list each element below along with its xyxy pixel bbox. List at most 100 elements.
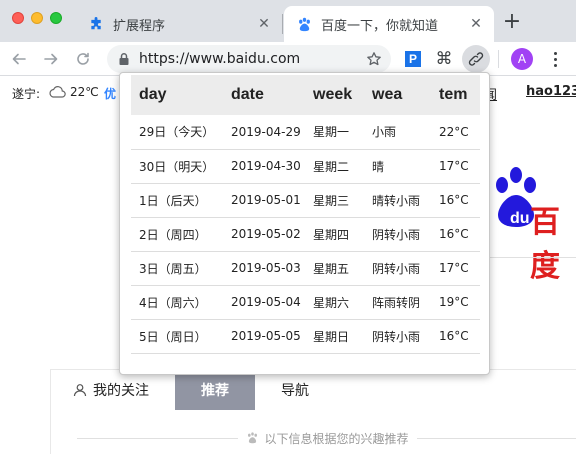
column-header-tem: tem: [439, 86, 468, 103]
tab-my-follow[interactable]: 我的关注: [51, 370, 175, 410]
p-extension-icon: P: [405, 51, 421, 67]
cell-tem: 19°C: [431, 285, 480, 320]
browser-menu-button[interactable]: [545, 48, 565, 70]
baidu-paw-icon: [296, 16, 312, 32]
extension-link-button[interactable]: [462, 45, 490, 73]
url-text: https://www.baidu.com: [139, 51, 301, 67]
cell-date: 2019-05-04: [223, 285, 305, 320]
cell-week: 星期二: [305, 149, 364, 184]
cell-date: 2019-05-03: [223, 251, 305, 286]
hao123-link[interactable]: hao123: [526, 84, 576, 99]
cell-day: 29日（今天）: [131, 115, 223, 150]
cell-week: 星期六: [305, 285, 364, 320]
cell-date: 2019-05-01: [223, 183, 305, 218]
bookmark-star-icon[interactable]: [365, 50, 383, 68]
table-row: 30日（明天） 2019-04-30 星期二晴 17°C: [131, 149, 480, 184]
extension-command-button[interactable]: ⌘: [432, 47, 456, 71]
cell-wea: 小雨: [364, 115, 431, 150]
browser-window: 扩展程序 ✕ 百度一下，你就知道 ✕ + https://www.baidu.c…: [0, 0, 576, 454]
paw-icon: [247, 432, 257, 444]
feed-tip: 以下信息根据您的兴趣推荐: [77, 430, 576, 446]
tab-label: 我的关注: [93, 383, 149, 399]
toolbar-divider: [498, 50, 499, 68]
lock-icon: [119, 53, 129, 65]
cell-day: 5日（周日）: [131, 319, 223, 354]
feed-panel: 我的关注 推荐 导航 以下信息根据您的兴趣推荐: [50, 369, 576, 454]
cell-day: 1日（后天）: [131, 183, 223, 218]
column-header-day: day: [139, 86, 167, 103]
cell-date: 2019-05-02: [223, 217, 305, 252]
search-area-divider: [478, 257, 576, 258]
minimize-window-button[interactable]: [31, 12, 43, 24]
close-window-button[interactable]: [12, 12, 24, 24]
cell-tem: 17°C: [431, 251, 480, 286]
browser-toolbar: https://www.baidu.com P ⌘ A: [0, 42, 576, 76]
weather-forecast-table: day date week wea tem 29日（今天） 2019-04-29 星…: [131, 75, 480, 354]
cell-day: 4日（周六）: [131, 285, 223, 320]
tab-baidu[interactable]: 百度一下，你就知道 ✕: [284, 6, 494, 42]
new-tab-button[interactable]: +: [500, 9, 524, 34]
cell-wea: 阵雨转阴: [364, 285, 431, 320]
weather-temperature: 22℃: [70, 85, 99, 99]
feed-tabs: 我的关注 推荐 导航: [51, 370, 335, 410]
reload-icon: [77, 52, 89, 65]
maximize-window-button[interactable]: [50, 12, 62, 24]
tab-recommend[interactable]: 推荐: [175, 370, 255, 410]
arrow-right-icon: [44, 53, 58, 65]
tab-extensions[interactable]: 扩展程序 ✕: [76, 6, 282, 42]
table-row: 4日（周六） 2019-05-04 星期六 阵雨转阴 19°C: [131, 285, 480, 320]
tab-label: 导航: [281, 383, 309, 399]
tab-navigation[interactable]: 导航: [255, 370, 335, 410]
menu-dot-icon: [553, 57, 557, 61]
cell-wea: 阴转小雨: [364, 217, 431, 252]
column-header-week: week: [313, 86, 353, 103]
baidu-logo-text: 百度: [530, 206, 560, 283]
arrow-left-icon: [12, 53, 26, 65]
back-button[interactable]: [6, 46, 32, 72]
cell-wea: 阴转小雨: [364, 251, 431, 286]
cell-wea: 晴转小雨: [364, 183, 431, 218]
weather-city[interactable]: 遂宁:: [12, 85, 40, 102]
svg-text:du: du: [510, 210, 530, 227]
air-quality-badge[interactable]: 优: [104, 85, 116, 102]
cell-date: 2019-04-30: [223, 149, 305, 184]
extension-p-button[interactable]: P: [401, 47, 425, 71]
cell-day: 2日（周四）: [131, 217, 223, 252]
forecast-rows: 29日（今天） 2019-04-29 星期一 小雨 22°C 30日（明天） 2019-04…: [131, 115, 480, 354]
table-row: 3日（周五） 2019-05-03 星期五 阴转小雨 17°C: [131, 251, 480, 286]
puzzle-icon: [88, 16, 104, 32]
reload-button[interactable]: [70, 46, 96, 72]
cell-day: 30日（明天）: [131, 149, 223, 184]
cloud-icon: [48, 85, 66, 101]
cell-date: 2019-04-29: [223, 115, 305, 150]
table-row: 5日（周日） 2019-05-05 星期日 阴转小雨 16°C: [131, 319, 480, 354]
weather-forecast-popup: day date week wea tem 29日（今天） 2019-04-29 星…: [119, 72, 490, 375]
address-bar[interactable]: https://www.baidu.com: [107, 45, 391, 73]
cell-tem: 17°C: [431, 149, 480, 184]
profile-avatar[interactable]: A: [511, 48, 533, 70]
forward-button[interactable]: [38, 46, 64, 72]
user-icon: [73, 384, 87, 397]
divider-line: [416, 437, 576, 439]
table-row: 2日（周四） 2019-05-02 星期四 阴转小雨 16°C: [131, 217, 480, 252]
cell-week: 星期日: [305, 319, 364, 354]
close-icon[interactable]: ✕: [256, 16, 272, 32]
cell-tem: 16°C: [431, 183, 480, 218]
cell-week: 星期三: [305, 183, 364, 218]
tab-strip: 扩展程序 ✕ 百度一下，你就知道 ✕ +: [0, 0, 576, 42]
tab-label: 扩展程序: [113, 18, 166, 34]
divider-line: [77, 437, 238, 439]
table-row: 29日（今天） 2019-04-29 星期一 小雨 22°C: [131, 115, 480, 150]
cell-week: 星期四: [305, 217, 364, 252]
column-header-date: date: [231, 86, 264, 103]
cell-wea: 晴: [364, 149, 431, 184]
tab-label: 推荐: [201, 383, 229, 399]
menu-dot-icon: [553, 63, 557, 67]
feed-tip-text: 以下信息根据您的兴趣推荐: [264, 431, 409, 446]
close-icon[interactable]: ✕: [468, 16, 484, 32]
tab-label: 百度一下，你就知道: [321, 18, 439, 34]
feed-tip-content: 以下信息根据您的兴趣推荐: [238, 430, 417, 447]
cell-week: 星期一: [305, 115, 364, 150]
cell-tem: 16°C: [431, 319, 480, 354]
table-row: 1日（后天） 2019-05-01 星期三 晴转小雨 16°C: [131, 183, 480, 218]
